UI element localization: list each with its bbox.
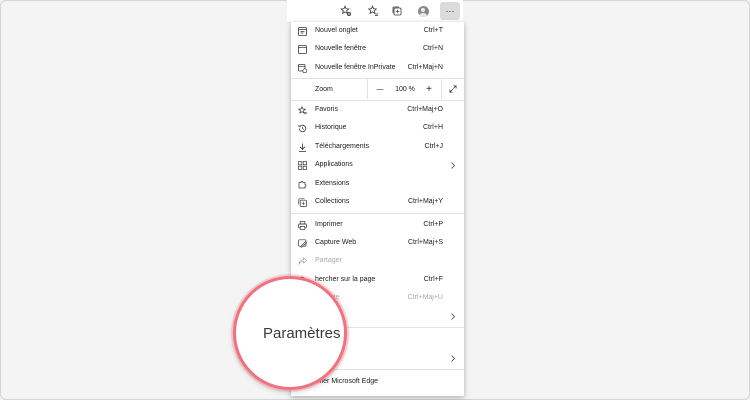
zoom-in-button[interactable]: + xyxy=(419,79,439,99)
menu-divider xyxy=(291,213,464,214)
collections-icon xyxy=(392,6,402,16)
menu-item-shortcut: Ctrl+Maj+O xyxy=(407,106,443,113)
menu-item-label: Historique xyxy=(315,124,347,131)
minus-icon: — xyxy=(376,85,384,93)
menu-item-label: Favoris xyxy=(315,106,338,113)
menu-item-extensions[interactable]: Extensions xyxy=(291,176,464,193)
avatar-icon xyxy=(417,5,429,17)
zoom-divider xyxy=(441,79,442,99)
favorites-icon xyxy=(298,106,307,115)
fullscreen-button[interactable] xyxy=(443,79,463,99)
menu-item-share: Partager xyxy=(291,253,464,270)
favorites-star-icon xyxy=(367,5,378,16)
download-icon xyxy=(298,143,307,152)
menu-item-label: Partager xyxy=(315,257,342,264)
menu-item-label: hercher sur la page xyxy=(315,276,376,283)
inprivate-window-icon xyxy=(298,64,307,73)
zoom-level: 100 % xyxy=(391,79,419,99)
menu-item-label: Nouvel onglet xyxy=(315,27,358,34)
zoom-label: Zoom xyxy=(315,86,333,93)
print-icon xyxy=(298,221,307,230)
new-window-icon xyxy=(298,45,307,54)
menu-item-shortcut: Ctrl+Maj+S xyxy=(407,239,443,246)
menu-item-shortcut: Ctrl+P xyxy=(423,221,443,228)
menu-item-new-inprivate-window[interactable]: Nouvelle fenêtre InPrivate Ctrl+Maj+N xyxy=(291,60,464,77)
zoom-out-button[interactable]: — xyxy=(369,79,391,99)
menu-item-shortcut: Ctrl+T xyxy=(423,27,443,34)
zoom-divider xyxy=(367,79,368,99)
menu-item-shortcut: Ctrl+Maj+N xyxy=(407,64,443,71)
more-button[interactable]: ··· xyxy=(440,2,460,20)
menu-item-label: Extensions xyxy=(315,180,350,187)
menu-item-shortcut: Ctrl+H xyxy=(422,124,443,131)
magnifier-callout: Paramètres xyxy=(233,276,347,390)
fullscreen-icon xyxy=(449,85,457,93)
star-plus-icon xyxy=(340,5,351,16)
menu-item-label: Téléchargements xyxy=(315,143,370,150)
menu-item-label: Nouvelle fenêtre xyxy=(315,45,366,52)
menu-item-collections[interactable]: Collections Ctrl+Maj+Y xyxy=(291,194,464,211)
menu-item-label: Capture Web xyxy=(315,239,357,246)
add-favorite-button[interactable] xyxy=(336,2,356,20)
collections-icon xyxy=(298,198,307,207)
zoom-row: Zoom — 100 % + xyxy=(291,79,464,99)
history-icon xyxy=(298,124,307,133)
menu-item-label: Imprimer xyxy=(315,221,343,228)
zoom-value: 100 % xyxy=(395,85,415,93)
menu-divider xyxy=(291,100,464,101)
menu-item-web-capture[interactable]: Capture Web Ctrl+Maj+S xyxy=(291,235,464,252)
menu-item-shortcut: Ctrl+J xyxy=(424,143,443,150)
menu-item-shortcut: Ctrl+Maj+U xyxy=(407,294,443,301)
more-dots-icon: ··· xyxy=(445,5,455,16)
favorites-button[interactable] xyxy=(363,2,383,20)
profile-button[interactable] xyxy=(413,2,433,20)
menu-item-label: Applications xyxy=(315,161,353,168)
menu-item-applications[interactable]: Applications xyxy=(291,157,464,174)
new-tab-icon xyxy=(298,27,307,36)
menu-item-label: Collections xyxy=(315,198,350,205)
apps-icon xyxy=(298,161,307,170)
chevron-right-icon xyxy=(450,161,456,170)
menu-item-favorites[interactable]: Favoris Ctrl+Maj+O xyxy=(291,102,464,119)
menu-item-label: rmer Microsoft Edge xyxy=(315,378,379,385)
menu-item-history[interactable]: Historique Ctrl+H xyxy=(291,120,464,137)
browser-toolbar: ··· xyxy=(287,0,463,23)
menu-item-label: Nouvelle fenêtre InPrivate xyxy=(315,64,396,71)
menu-item-new-window[interactable]: Nouvelle fenêtre Ctrl+N xyxy=(291,41,464,58)
share-icon xyxy=(298,257,307,266)
menu-item-shortcut: Ctrl+N xyxy=(422,45,443,52)
settings-label-magnified[interactable]: Paramètres xyxy=(263,325,341,342)
extensions-icon xyxy=(298,180,307,189)
menu-item-shortcut: Ctrl+F xyxy=(423,276,443,283)
menu-item-downloads[interactable]: Téléchargements Ctrl+J xyxy=(291,139,464,156)
web-capture-icon xyxy=(298,239,307,248)
collections-button[interactable] xyxy=(387,2,407,20)
chevron-right-icon xyxy=(450,354,456,363)
menu-item-new-tab[interactable]: Nouvel onglet Ctrl+T xyxy=(291,23,464,40)
plus-icon: + xyxy=(426,83,432,95)
chevron-right-icon xyxy=(450,312,456,321)
menu-item-shortcut: Ctrl+Maj+Y xyxy=(407,198,443,205)
menu-item-print[interactable]: Imprimer Ctrl+P xyxy=(291,217,464,234)
